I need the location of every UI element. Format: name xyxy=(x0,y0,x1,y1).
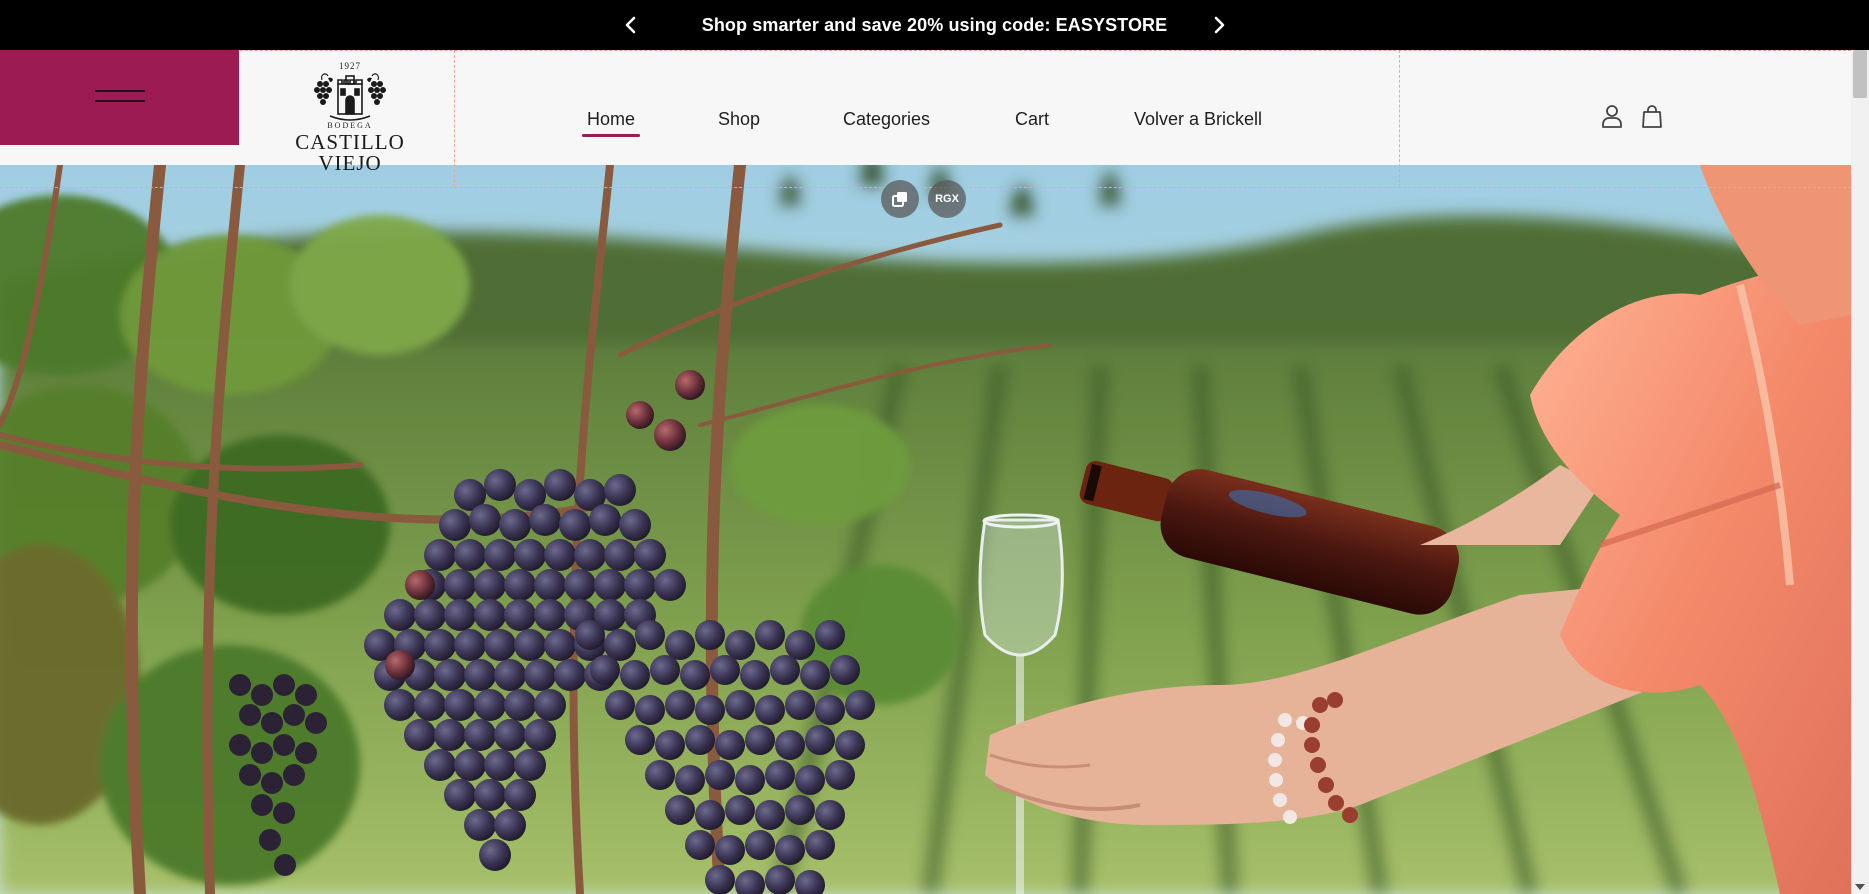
layout-guide-line xyxy=(1399,50,1400,187)
layout-guide-line xyxy=(0,187,1851,188)
logo-subtitle: BODEGA xyxy=(327,121,373,130)
castle-crest-icon xyxy=(314,73,386,121)
scroll-down-arrow-icon[interactable] xyxy=(1855,884,1865,890)
layout-guide-line xyxy=(0,50,1851,51)
shopping-bag-icon[interactable] xyxy=(1639,103,1665,129)
layout-guide-line xyxy=(454,50,455,187)
brand-logo[interactable]: 1927 BODEGA CASTILLO VIEJO xyxy=(290,58,410,175)
vineyard-scene-illustration xyxy=(0,165,1851,894)
announcement-bar: Shop smarter and save 20% using code: EA… xyxy=(0,0,1869,50)
nav-item-home[interactable]: Home xyxy=(582,108,640,137)
nav-item-cart[interactable]: Cart xyxy=(1015,108,1049,130)
rgx-button[interactable]: RGX xyxy=(928,180,966,218)
copy-image-icon[interactable] xyxy=(881,180,919,218)
chevron-right-icon[interactable] xyxy=(1206,12,1232,38)
nav-item-categories[interactable]: Categories xyxy=(843,108,930,130)
scrollbar-thumb[interactable] xyxy=(1853,50,1867,98)
menu-toggle-button[interactable] xyxy=(0,50,239,145)
nav-item-volver-a-brickell[interactable]: Volver a Brickell xyxy=(1134,108,1262,130)
hamburger-menu-icon[interactable] xyxy=(95,90,145,104)
page-scrollbar[interactable] xyxy=(1851,50,1869,894)
announcement-text: Shop smarter and save 20% using code: EA… xyxy=(701,15,1168,35)
logo-name-line2: VIEJO xyxy=(318,151,382,175)
hero-image xyxy=(0,165,1851,894)
nav-item-shop[interactable]: Shop xyxy=(718,108,760,130)
user-icon[interactable] xyxy=(1599,103,1625,129)
